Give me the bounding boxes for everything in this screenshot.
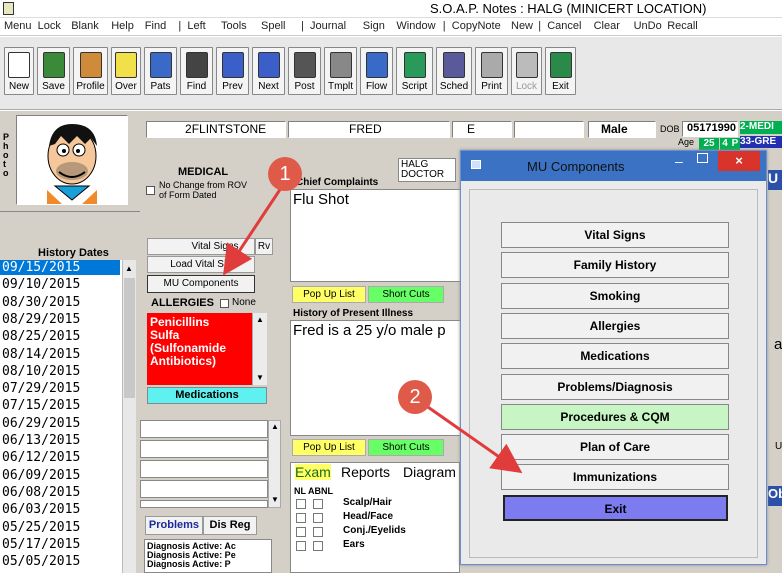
- callout-1: 1: [268, 157, 302, 191]
- annotation-overlay: [223, 184, 523, 474]
- callout-arrow-2: [424, 403, 523, 474]
- callout-2: 2: [398, 380, 432, 414]
- callout-arrow-1: [223, 184, 285, 276]
